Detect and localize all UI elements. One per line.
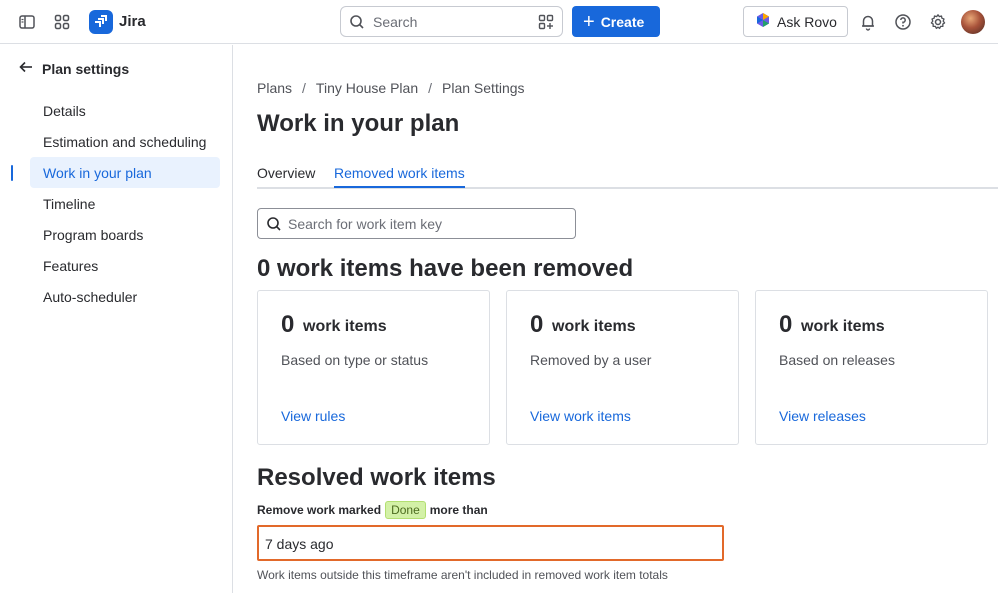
- status-lozenge-done: Done: [385, 501, 426, 519]
- remove-label-before: Remove work marked: [257, 503, 382, 517]
- breadcrumb-separator: /: [302, 80, 306, 96]
- breadcrumb-tiny-house-plan[interactable]: Tiny House Plan: [316, 80, 418, 96]
- card-count-unit: work items: [303, 318, 387, 335]
- view-releases-link[interactable]: View releases: [779, 408, 866, 424]
- sidebar-item-program-boards[interactable]: Program boards: [30, 219, 220, 250]
- remove-done-label: Remove work marked Done more than: [257, 500, 488, 520]
- user-avatar[interactable]: [961, 10, 985, 34]
- breadcrumb-separator: /: [428, 80, 433, 96]
- breadcrumb-plan-settings[interactable]: Plan Settings: [442, 80, 525, 96]
- tab-overview[interactable]: Overview: [257, 165, 315, 186]
- resolved-timeframe-value: 7 days ago: [265, 536, 334, 552]
- tab-removed-work-items[interactable]: Removed work items: [334, 165, 465, 188]
- card-description: Based on releases: [779, 352, 895, 368]
- ask-rovo-label: Ask Rovo: [777, 13, 837, 30]
- work-item-key-search-input[interactable]: Search for work item key: [257, 208, 576, 239]
- view-rules-link[interactable]: View rules: [281, 408, 345, 424]
- jira-logo-icon[interactable]: [89, 10, 113, 34]
- card-removed-by-user: 0 work items Removed by a user View work…: [506, 290, 739, 445]
- sidebar-title: Plan settings: [42, 61, 130, 77]
- card-description: Based on type or status: [281, 352, 429, 368]
- timeframe-helper-text: Work items outside this timeframe aren't…: [257, 568, 668, 582]
- breadcrumb-plans[interactable]: Plans: [257, 80, 292, 96]
- remove-label-after: more than: [429, 503, 488, 517]
- search-placeholder: Search: [373, 14, 418, 30]
- search-icon: [266, 216, 282, 237]
- card-count: 0: [530, 311, 544, 338]
- page-title: Work in your plan: [257, 110, 460, 137]
- notifications-icon[interactable]: [856, 10, 880, 34]
- card-count-unit: work items: [801, 318, 885, 335]
- sidebar-item-features[interactable]: Features: [30, 250, 220, 281]
- global-search-input[interactable]: Search: [340, 6, 563, 37]
- app-switcher-icon[interactable]: [50, 10, 74, 34]
- arrow-left-icon: [18, 59, 34, 80]
- card-type-or-status: 0 work items Based on type or status Vie…: [257, 290, 490, 445]
- app-name[interactable]: Jira: [119, 13, 146, 30]
- back-to-plan-button[interactable]: Plan settings: [18, 59, 129, 79]
- resolved-timeframe-select[interactable]: 7 days ago: [257, 525, 724, 561]
- sidebar-item-work-in-your-plan[interactable]: Work in your plan: [30, 157, 220, 188]
- search-filters-icon[interactable]: [538, 14, 554, 35]
- rovo-icon: [755, 12, 771, 31]
- card-count-unit: work items: [552, 318, 636, 335]
- card-description: Removed by a user: [530, 352, 652, 368]
- help-icon[interactable]: [891, 10, 915, 34]
- plus-icon: +: [583, 10, 595, 33]
- top-navigation-bar: Jira Search + Create Ask Rovo: [0, 0, 998, 44]
- sidebar-toggle-icon[interactable]: [15, 10, 39, 34]
- ask-rovo-button[interactable]: Ask Rovo: [743, 6, 848, 37]
- sidebar-item-auto-scheduler[interactable]: Auto-scheduler: [30, 281, 220, 312]
- create-button-label: Create: [600, 13, 645, 30]
- search-icon: [349, 14, 365, 35]
- settings-gear-icon[interactable]: [926, 10, 950, 34]
- tab-bar: Overview Removed work items: [257, 162, 998, 189]
- sidebar-item-timeline[interactable]: Timeline: [30, 188, 220, 219]
- key-search-placeholder: Search for work item key: [288, 216, 443, 232]
- card-count: 0: [779, 311, 793, 338]
- create-button[interactable]: + Create: [572, 6, 660, 37]
- sidebar-item-estimation-and-scheduling[interactable]: Estimation and scheduling: [30, 126, 220, 157]
- card-count: 0: [281, 311, 295, 338]
- plan-settings-sidebar: Plan settings Details Estimation and sch…: [0, 45, 233, 593]
- card-based-on-releases: 0 work items Based on releases View rele…: [755, 290, 988, 445]
- breadcrumb: Plans / Tiny House Plan / Plan Settings: [257, 80, 525, 96]
- sidebar-item-details[interactable]: Details: [30, 95, 220, 126]
- resolved-work-items-heading: Resolved work items: [257, 464, 496, 491]
- active-indicator: [11, 165, 13, 181]
- removed-count-heading: 0 work items have been removed: [257, 255, 634, 282]
- view-work-items-link[interactable]: View work items: [530, 408, 631, 424]
